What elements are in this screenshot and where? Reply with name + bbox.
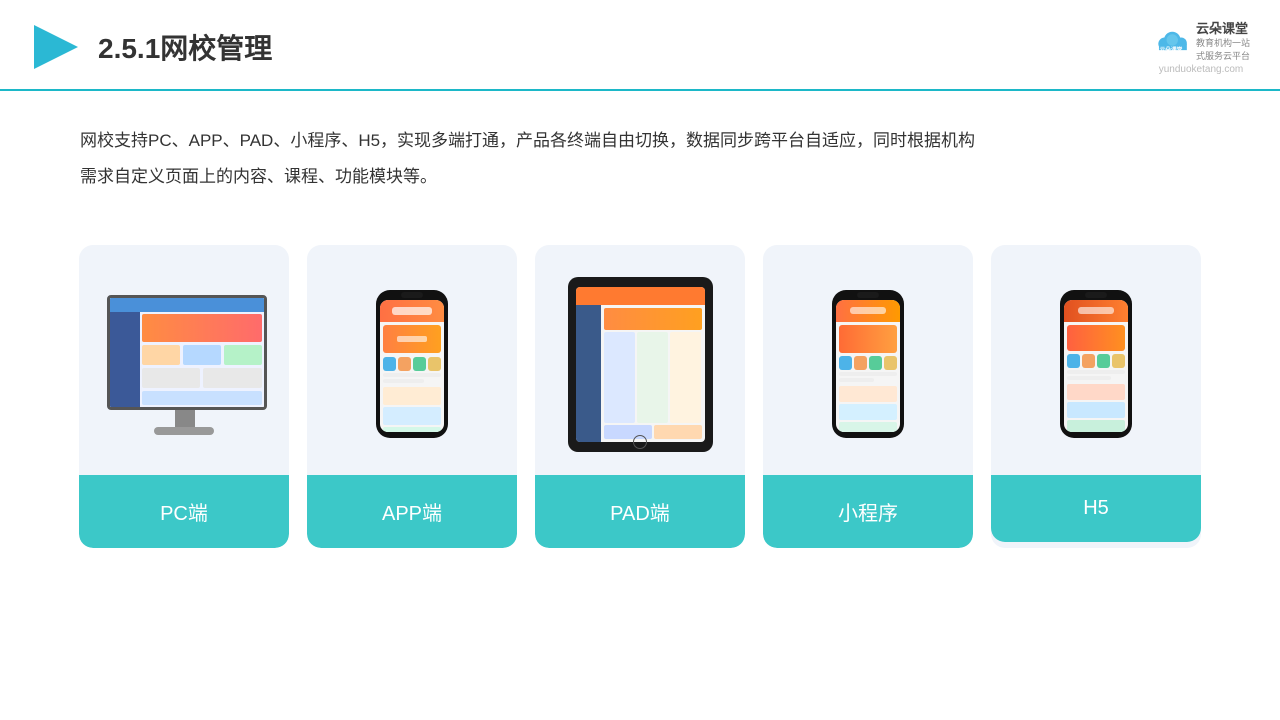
phone-mockup-mini (832, 290, 904, 440)
header: 2.5.1网校管理 云朵课堂 云朵课堂 教育机构一站式服务云平台 yunduok… (0, 0, 1280, 91)
card-miniprogram: 小程序 (763, 245, 973, 548)
card-h5-image (991, 245, 1201, 475)
logo-cloud: 云朵课堂 云朵课堂 教育机构一站式服务云平台 (1152, 18, 1250, 62)
logo-area: 云朵课堂 云朵课堂 教育机构一站式服务云平台 yunduoketang.com (1152, 18, 1250, 75)
phone-mockup-app (376, 290, 448, 440)
card-app-label: APP端 (307, 475, 517, 548)
card-app: APP端 (307, 245, 517, 548)
card-h5: H5 (991, 245, 1201, 548)
card-pad: PAD端 (535, 245, 745, 548)
monitor-mockup (97, 295, 272, 435)
phone-mockup-h5 (1060, 290, 1132, 440)
description: 网校支持PC、APP、PAD、小程序、H5，实现多端打通，产品各终端自由切换，数… (0, 91, 1280, 214)
cloud-icon: 云朵课堂 (1152, 26, 1190, 54)
description-text: 网校支持PC、APP、PAD、小程序、H5，实现多端打通，产品各终端自由切换，数… (80, 131, 975, 186)
card-pad-image (535, 245, 745, 475)
tablet-mockup (568, 277, 713, 452)
logo-brand: 云朵课堂 (1196, 18, 1250, 37)
cards-container: PC端 (0, 215, 1280, 548)
card-miniprogram-label: 小程序 (763, 475, 973, 548)
page-title: 2.5.1网校管理 (98, 27, 272, 67)
card-pc-image (79, 245, 289, 475)
card-app-image (307, 245, 517, 475)
card-h5-label: H5 (991, 475, 1201, 542)
monitor-screen (107, 295, 267, 410)
card-pc-label: PC端 (79, 475, 289, 548)
card-pad-label: PAD端 (535, 475, 745, 548)
logo-text-area: 云朵课堂 教育机构一站式服务云平台 (1196, 18, 1250, 62)
play-icon (30, 21, 82, 73)
logo-tagline: 教育机构一站式服务云平台 (1196, 37, 1250, 62)
card-pc: PC端 (79, 245, 289, 548)
logo-url: yunduoketang.com (1159, 64, 1244, 75)
header-left: 2.5.1网校管理 (30, 21, 272, 73)
card-miniprogram-image (763, 245, 973, 475)
